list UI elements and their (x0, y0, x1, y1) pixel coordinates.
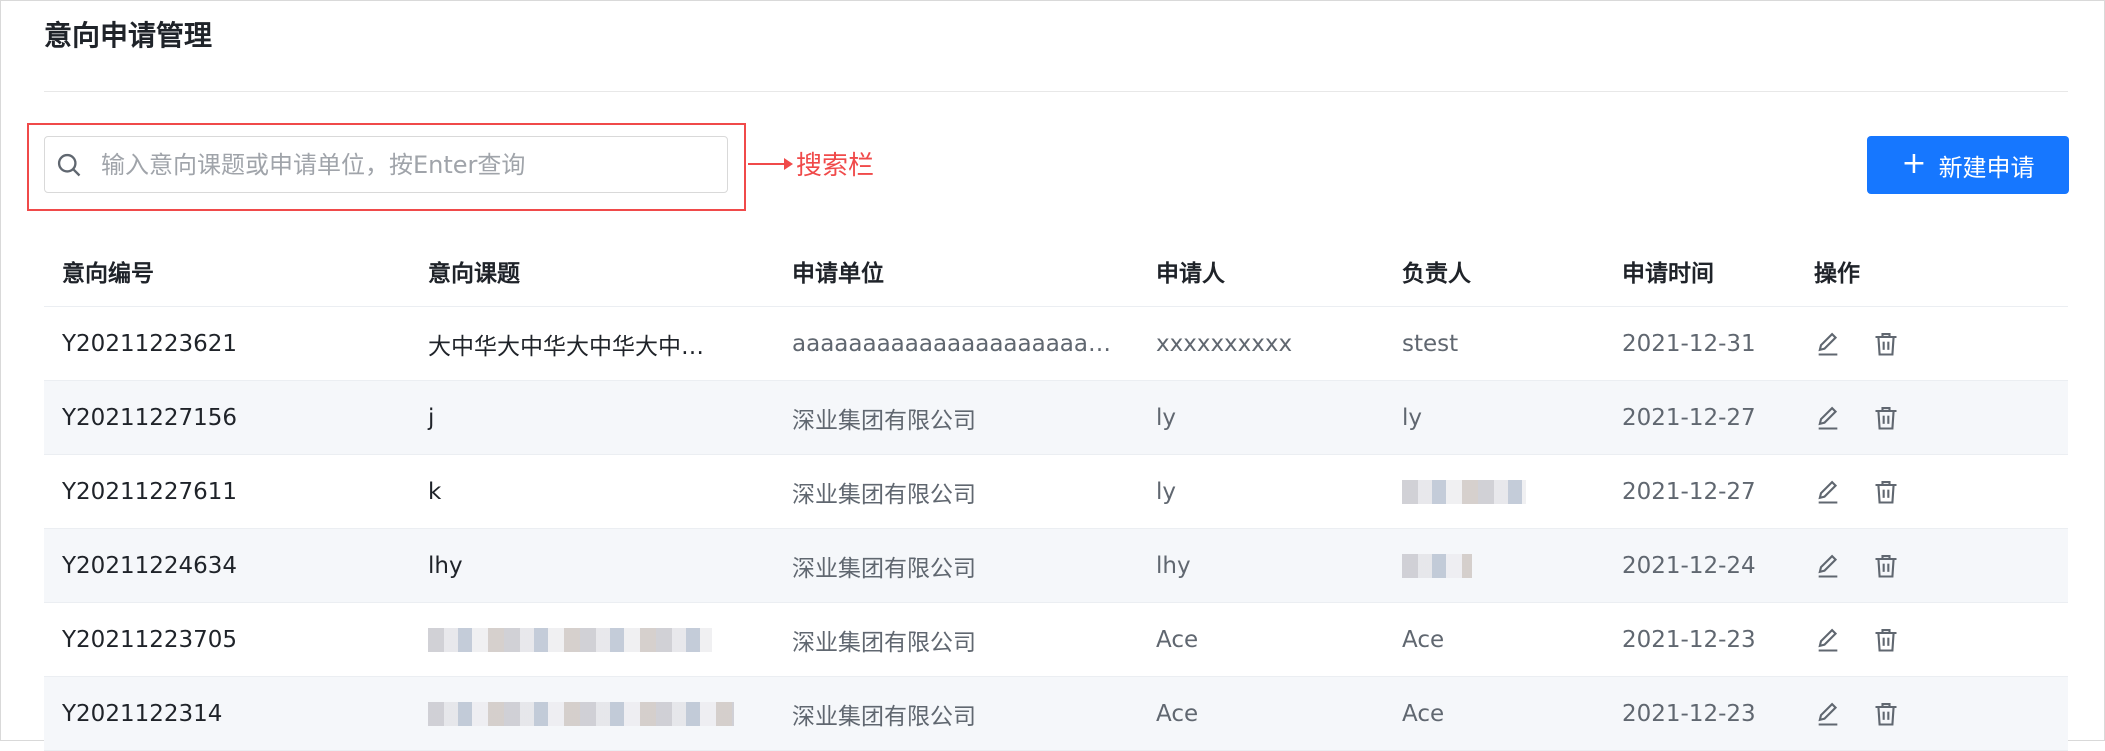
search-icon (55, 151, 83, 179)
cell-date: 2021-12-24 (1604, 528, 1796, 603)
search-annotation: 搜索栏 (746, 145, 874, 182)
cell-applicant: xxxxxxxxxx (1138, 306, 1384, 381)
cell-actions (1796, 454, 2068, 529)
cell-owner: ly (1384, 380, 1604, 455)
cell-unit: 深业集团有限公司 (774, 454, 1138, 529)
table-row: Y20211223705 深业集团有限公司 Ace Ace 2021-12-23 (44, 602, 2068, 677)
cell-title: 大中华大中华大中华大中… (410, 306, 774, 381)
cell-id: Y20211224634 (44, 528, 410, 603)
cell-id: Y20211223621 (44, 306, 410, 381)
edit-icon[interactable] (1814, 478, 1842, 506)
cell-actions (1796, 528, 2068, 603)
edit-icon[interactable] (1814, 330, 1842, 358)
trash-icon[interactable] (1872, 626, 1900, 654)
column-header-title[interactable]: 意向课题 (410, 236, 774, 307)
cell-unit: 深业集团有限公司 (774, 676, 1138, 751)
redacted-text (1402, 480, 1526, 504)
cell-unit: aaaaaaaaaaaaaaaaaaaaa… (774, 306, 1138, 381)
new-application-button[interactable]: + 新建申请 (1867, 136, 2069, 194)
cell-applicant: Ace (1138, 602, 1384, 677)
cell-actions (1796, 602, 2068, 677)
cell-title: lhy (410, 528, 774, 603)
column-header-owner[interactable]: 负责人 (1384, 236, 1604, 307)
edit-icon[interactable] (1814, 700, 1842, 728)
column-header-applicant[interactable]: 申请人 (1138, 236, 1384, 307)
cell-date: 2021-12-23 (1604, 676, 1796, 751)
cell-owner: stest (1384, 306, 1604, 381)
edit-icon[interactable] (1814, 404, 1842, 432)
cell-id: Y20211223705 (44, 602, 410, 677)
cell-applicant: Ace (1138, 676, 1384, 751)
cell-unit: 深业集团有限公司 (774, 380, 1138, 455)
cell-id: Y20211227156 (44, 380, 410, 455)
edit-icon[interactable] (1814, 552, 1842, 580)
annotation-arrow-icon (746, 155, 794, 173)
trash-icon[interactable] (1872, 404, 1900, 432)
table-row: Y20211223621 大中华大中华大中华大中… aaaaaaaaaaaaaaaa… (44, 306, 2068, 381)
column-header-actions: 操作 (1796, 236, 2068, 307)
trash-icon[interactable] (1872, 478, 1900, 506)
search-bar[interactable] (44, 136, 728, 193)
cell-title: j (410, 380, 774, 455)
column-header-unit[interactable]: 申请单位 (774, 236, 1138, 307)
cell-date: 2021-12-31 (1604, 306, 1796, 381)
cell-applicant: ly (1138, 380, 1384, 455)
cell-applicant: ly (1138, 454, 1384, 529)
cell-title (410, 676, 774, 751)
cell-owner: Ace (1384, 602, 1604, 677)
table-header-row: 意向编号 意向课题 申请单位 申请人 负责人 申请时间 操作 (44, 236, 2068, 307)
cell-unit: 深业集团有限公司 (774, 602, 1138, 677)
cell-owner (1384, 528, 1604, 603)
trash-icon[interactable] (1872, 700, 1900, 728)
table-row: Y20211227156 j 深业集团有限公司 ly ly 2021-12-27 (44, 380, 2068, 455)
new-application-label: 新建申请 (1938, 153, 2035, 182)
cell-date: 2021-12-23 (1604, 602, 1796, 677)
redacted-text (428, 628, 712, 652)
trash-icon[interactable] (1872, 552, 1900, 580)
table-row: Y20211224634 lhy 深业集团有限公司 lhy 2021-12-24 (44, 528, 2068, 603)
cell-unit: 深业集团有限公司 (774, 528, 1138, 603)
cell-owner (1384, 454, 1604, 529)
cell-actions (1796, 676, 2068, 751)
search-input[interactable] (99, 136, 727, 193)
edit-icon[interactable] (1814, 626, 1842, 654)
cell-applicant: lhy (1138, 528, 1384, 603)
trash-icon[interactable] (1872, 330, 1900, 358)
application-table: 意向编号 意向课题 申请单位 申请人 负责人 申请时间 操作 Y20211223… (44, 236, 2068, 751)
cell-actions (1796, 380, 2068, 455)
page-title: 意向申请管理 (44, 19, 213, 52)
redacted-text (1402, 554, 1472, 578)
cell-date: 2021-12-27 (1604, 380, 1796, 455)
table-row: Y20211227611 k 深业集团有限公司 ly 2021-12-27 (44, 454, 2068, 529)
column-header-id[interactable]: 意向编号 (44, 236, 410, 307)
column-header-date[interactable]: 申请时间 (1604, 236, 1796, 307)
cell-id: Y20211227611 (44, 454, 410, 529)
cell-title: k (410, 454, 774, 529)
cell-title (410, 602, 774, 677)
title-divider (44, 91, 2068, 92)
plus-icon: + (1901, 145, 1927, 181)
redacted-text (428, 702, 734, 726)
cell-date: 2021-12-27 (1604, 454, 1796, 529)
cell-owner: Ace (1384, 676, 1604, 751)
table-row: Y2021122314 深业集团有限公司 Ace Ace 2021-12-23 (44, 676, 2068, 751)
annotation-label: 搜索栏 (796, 151, 875, 181)
cell-actions (1796, 306, 2068, 381)
cell-id: Y2021122314 (44, 676, 410, 751)
